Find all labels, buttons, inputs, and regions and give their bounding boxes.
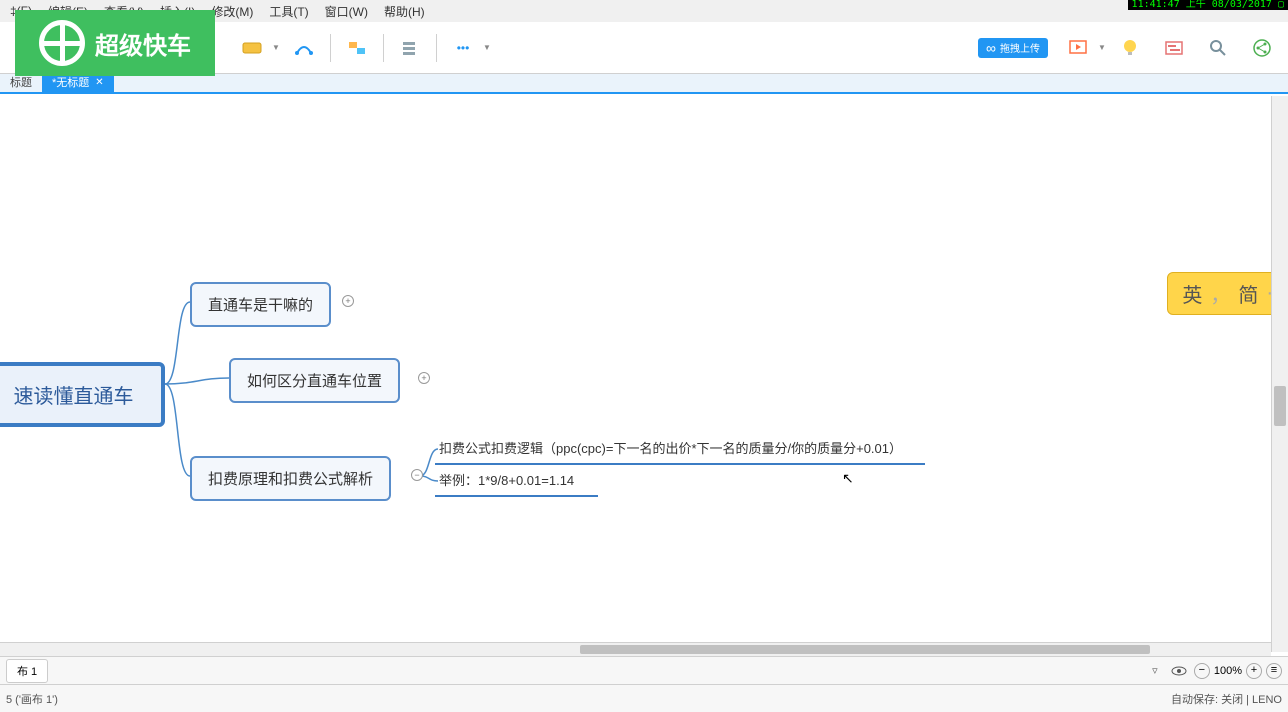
search-button[interactable] (1202, 32, 1234, 64)
menu-window[interactable]: 窗口(W) (317, 3, 376, 20)
app-logo: 超级快车 (15, 10, 215, 76)
vertical-scrollbar[interactable] (1271, 96, 1288, 652)
sheet-tab[interactable]: 布 1 (6, 659, 48, 683)
status-right: 自动保存: 关闭 | LENO (1171, 691, 1282, 707)
upload-badge[interactable]: ∞ 拖拽上传 (978, 38, 1048, 58)
expand-icon[interactable]: + (418, 372, 430, 384)
zoom-fit-button[interactable]: ≡ (1266, 663, 1282, 679)
menu-help[interactable]: 帮助(H) (376, 3, 433, 20)
topic-button[interactable] (236, 32, 268, 64)
status-bar: 5 ('画布 1') 自动保存: 关闭 | LENO (0, 684, 1288, 712)
ime-widget[interactable]: 英 ， 简 · (1167, 272, 1288, 315)
mindmap-canvas[interactable]: 速读懂直通车 直通车是干嘛的 + 如何区分直通车位置 + 扣费原理和扣费公式解析… (0, 96, 1268, 638)
expand-icon[interactable]: + (342, 295, 354, 307)
subtopic-3[interactable]: 扣费原理和扣费公式解析 (190, 456, 391, 501)
leaf-formula[interactable]: 扣费公式扣费逻辑（ppc(cpc)=下一名的出价*下一名的质量分/你的质量分+0… (435, 432, 925, 465)
boundary-button[interactable] (341, 32, 373, 64)
infinity-icon: ∞ (986, 40, 996, 56)
horizontal-scrollbar[interactable] (0, 642, 1271, 656)
close-icon[interactable]: ✕ (95, 77, 103, 88)
eye-icon[interactable] (1170, 662, 1188, 680)
ime-script: 简 (1238, 279, 1258, 308)
filter-icon[interactable]: ▿ (1146, 662, 1164, 680)
ime-sep: ， (1210, 279, 1230, 308)
scroll-thumb[interactable] (1274, 386, 1286, 426)
leaf-example[interactable]: 举例：1*9/8+0.01=1.14 (435, 464, 598, 497)
menu-tools[interactable]: 工具(T) (261, 3, 316, 20)
wheel-icon (39, 20, 85, 66)
connector-lines (0, 96, 1268, 638)
dropdown-icon[interactable]: ▼ (272, 43, 282, 52)
summary-button[interactable] (394, 32, 426, 64)
gantt-button[interactable] (1158, 32, 1190, 64)
share-button[interactable] (1246, 32, 1278, 64)
subtopic-2[interactable]: 如何区分直通车位置 (229, 358, 400, 403)
logo-text: 超级快车 (95, 26, 191, 61)
zoom-out-button[interactable]: − (1194, 663, 1210, 679)
sheet-bar: 布 1 ▿ − 100% + ≡ (0, 656, 1288, 684)
cursor-icon: ↖ (842, 470, 854, 487)
zoom-value: 100% (1214, 665, 1242, 677)
zoom-control: − 100% + ≡ (1194, 663, 1282, 679)
dropdown-icon[interactable]: ▼ (1098, 43, 1108, 52)
upload-label: 拖拽上传 (1000, 40, 1040, 55)
zoom-in-button[interactable]: + (1246, 663, 1262, 679)
system-clock: 11:41:47 上午 08/03/2017 ▢ (1128, 0, 1288, 10)
document-tabs: 标题 *无标题 ✕ (0, 74, 1288, 94)
root-node[interactable]: 速读懂直通车 (0, 362, 165, 427)
dropdown-icon[interactable]: ▼ (483, 43, 493, 52)
more-button[interactable]: ••• (447, 32, 479, 64)
relationship-button[interactable] (288, 32, 320, 64)
tab-label: *无标题 (52, 74, 89, 90)
status-left: 5 ('画布 1') (6, 691, 58, 707)
ime-lang: 英 (1182, 279, 1202, 308)
scroll-thumb[interactable] (580, 645, 1150, 654)
subtopic-1[interactable]: 直通车是干嘛的 (190, 282, 331, 327)
presentation-button[interactable] (1062, 32, 1094, 64)
idea-button[interactable] (1114, 32, 1146, 64)
collapse-icon[interactable]: − (411, 469, 423, 481)
